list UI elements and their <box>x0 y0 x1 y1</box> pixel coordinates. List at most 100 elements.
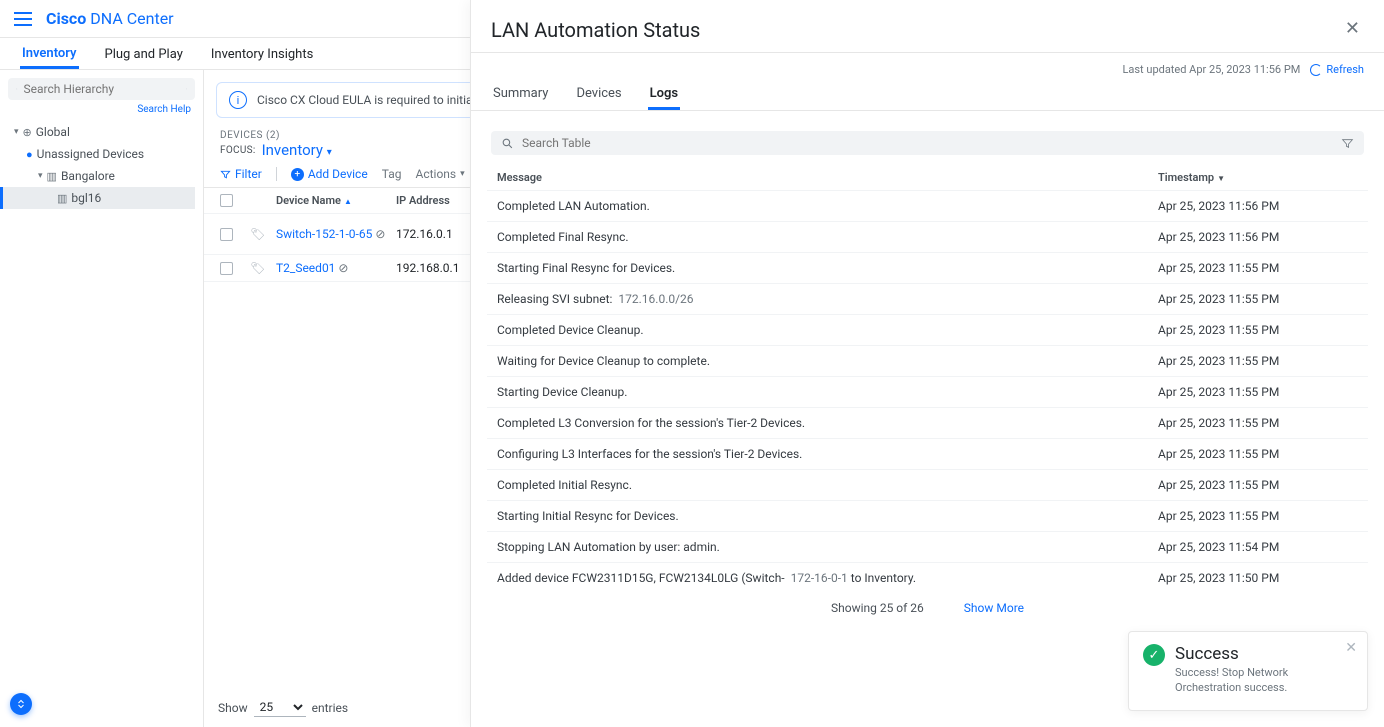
log-row: Completed Device Cleanup.Apr 25, 2023 11… <box>487 314 1368 345</box>
log-message: Starting Final Resync for Devices. <box>497 261 1158 275</box>
log-timestamp: Apr 25, 2023 11:55 PM <box>1158 261 1358 275</box>
tab-inventory-insights[interactable]: Inventory Insights <box>209 47 315 69</box>
device-link[interactable]: Switch-152-1-0-65 <box>276 227 372 241</box>
close-icon[interactable]: ✕ <box>1345 18 1360 39</box>
log-search-input[interactable] <box>522 136 1333 150</box>
log-row: Completed Initial Resync.Apr 25, 2023 11… <box>487 469 1368 500</box>
show-more-link[interactable]: Show More <box>964 601 1024 615</box>
show-label: Show <box>218 701 248 715</box>
log-timestamp: Apr 25, 2023 11:55 PM <box>1158 354 1358 368</box>
lan-automation-slideover: LAN Automation Status ✕ Last updated Apr… <box>470 0 1384 727</box>
tab-devices[interactable]: Devices <box>574 82 623 110</box>
focus-label: FOCUS: <box>220 145 256 156</box>
search-help-link[interactable]: Search Help <box>8 104 195 115</box>
log-message: Configuring L3 Interfaces for the sessio… <box>497 447 1158 461</box>
log-footer: Showing 25 of 26 Show More <box>471 593 1384 627</box>
col-message[interactable]: Message <box>497 171 1158 184</box>
tab-summary[interactable]: Summary <box>491 82 550 110</box>
toast-close-icon[interactable]: ✕ <box>1345 640 1357 656</box>
toast-body: Success! Stop Network Orchestration succ… <box>1175 666 1353 696</box>
hierarchy-search[interactable] <box>8 78 195 100</box>
filter-button[interactable]: Filter <box>220 167 262 181</box>
log-row: Completed L3 Conversion for the session'… <box>487 407 1368 438</box>
brand: Cisco DNA Center <box>46 9 174 28</box>
log-message: Added device FCW2311D15G, FCW2134L0LG (S… <box>497 571 1158 585</box>
tree-node-bangalore[interactable]: ▾ ▥ Bangalore <box>8 165 195 187</box>
log-timestamp: Apr 25, 2023 11:55 PM <box>1158 416 1358 430</box>
log-row: Starting Final Resync for Devices.Apr 25… <box>487 252 1368 283</box>
tag-button[interactable]: Tag <box>382 167 402 181</box>
select-all-checkbox[interactable] <box>220 194 233 207</box>
tab-logs[interactable]: Logs <box>648 82 680 110</box>
divider <box>276 167 277 181</box>
refresh-button[interactable]: Refresh <box>1310 63 1364 76</box>
dot-icon: ● <box>26 148 33 161</box>
building-icon: ▥ <box>47 170 57 183</box>
filter-icon[interactable] <box>1341 137 1354 150</box>
page-size-select[interactable]: 25 <box>254 698 306 717</box>
assist-fab[interactable] <box>10 693 32 715</box>
log-row: Releasing SVI subnet:172.16.0.0/26Apr 25… <box>487 283 1368 314</box>
tree-label: Unassigned Devices <box>37 147 144 161</box>
tree-node-unassigned[interactable]: ● Unassigned Devices <box>8 143 195 165</box>
info-icon: i <box>229 91 247 109</box>
log-row: Waiting for Device Cleanup to complete.A… <box>487 345 1368 376</box>
tab-plug-and-play[interactable]: Plug and Play <box>103 47 185 69</box>
expand-icon <box>15 698 27 710</box>
tree-node-global[interactable]: ▾ ⊕ Global <box>8 121 195 143</box>
log-table: Message Timestamp▼ Completed LAN Automat… <box>471 165 1384 593</box>
log-timestamp: Apr 25, 2023 11:55 PM <box>1158 478 1358 492</box>
tree-label: bgl16 <box>71 191 101 205</box>
focus-dropdown[interactable]: Inventory ▾ <box>262 141 332 159</box>
row-checkbox[interactable] <box>220 228 233 241</box>
entries-label: entries <box>312 701 348 715</box>
building-icon: ▥ <box>57 192 67 205</box>
filter-icon[interactable] <box>186 83 188 95</box>
tag-icon[interactable]: 🏷 <box>250 227 276 241</box>
last-updated: Last updated Apr 25, 2023 11:56 PM <box>1122 63 1300 76</box>
col-timestamp[interactable]: Timestamp▼ <box>1158 171 1358 184</box>
log-toolbar <box>471 111 1384 165</box>
reachability-icon: ⊘ <box>375 227 385 241</box>
log-timestamp: Apr 25, 2023 11:56 PM <box>1158 199 1358 213</box>
reachability-icon: ⊘ <box>338 261 348 275</box>
log-timestamp: Apr 25, 2023 11:55 PM <box>1158 323 1358 337</box>
actions-dropdown[interactable]: Actions ▾ <box>415 167 464 181</box>
log-message: Completed Final Resync. <box>497 230 1158 244</box>
hierarchy-tree: ▾ ⊕ Global ● Unassigned Devices ▾ ▥ Bang… <box>8 121 195 209</box>
log-head: Message Timestamp▼ <box>487 165 1368 190</box>
log-message: Completed Device Cleanup. <box>497 323 1158 337</box>
log-timestamp: Apr 25, 2023 11:50 PM <box>1158 571 1358 585</box>
tree-node-bgl16[interactable]: ▥ bgl16 <box>0 187 195 209</box>
globe-icon: ⊕ <box>23 126 32 139</box>
col-device-name[interactable]: Device Name▲ <box>276 194 396 207</box>
device-link[interactable]: T2_Seed01 <box>276 261 335 275</box>
log-message: Completed Initial Resync. <box>497 478 1158 492</box>
log-timestamp: Apr 25, 2023 11:55 PM <box>1158 509 1358 523</box>
tab-inventory[interactable]: Inventory <box>20 46 79 69</box>
row-checkbox[interactable] <box>220 262 233 275</box>
log-message: Starting Initial Resync for Devices. <box>497 509 1158 523</box>
plus-icon: + <box>291 168 304 181</box>
log-showing: Showing 25 of 26 <box>831 601 924 615</box>
add-device-button[interactable]: + Add Device <box>291 167 368 181</box>
tag-icon[interactable]: 🏷 <box>250 261 276 275</box>
tree-label: Bangalore <box>61 169 115 183</box>
log-timestamp: Apr 25, 2023 11:56 PM <box>1158 230 1358 244</box>
log-row: Added device FCW2311D15G, FCW2134L0LG (S… <box>487 562 1368 593</box>
log-message: Stopping LAN Automation by user: admin. <box>497 540 1158 554</box>
check-icon: ✓ <box>1143 644 1165 666</box>
log-search[interactable] <box>491 131 1364 155</box>
log-row: Configuring L3 Interfaces for the sessio… <box>487 438 1368 469</box>
log-row: Completed Final Resync.Apr 25, 2023 11:5… <box>487 221 1368 252</box>
log-message: Releasing SVI subnet:172.16.0.0/26 <box>497 292 1158 306</box>
hierarchy-sidebar: Search Help ▾ ⊕ Global ● Unassigned Devi… <box>0 70 204 727</box>
hamburger-icon[interactable] <box>14 12 32 26</box>
slideover-title: LAN Automation Status <box>491 18 700 42</box>
funnel-icon <box>220 169 231 180</box>
log-timestamp: Apr 25, 2023 11:54 PM <box>1158 540 1358 554</box>
hierarchy-search-input[interactable] <box>24 82 180 96</box>
log-row: Starting Initial Resync for Devices.Apr … <box>487 500 1368 531</box>
success-toast: ✓ Success Success! Stop Network Orchestr… <box>1128 631 1368 711</box>
log-timestamp: Apr 25, 2023 11:55 PM <box>1158 385 1358 399</box>
